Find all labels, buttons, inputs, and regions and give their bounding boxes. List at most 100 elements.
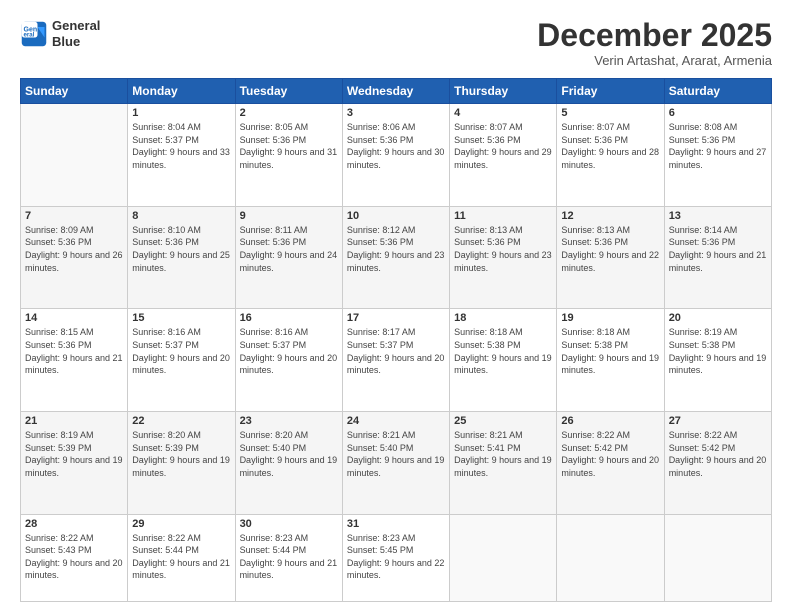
table-row: 13Sunrise: 8:14 AMSunset: 5:36 PMDayligh… <box>664 206 771 309</box>
sunrise-text: Sunrise: 8:19 AM <box>669 327 738 337</box>
table-row: 26 Sunrise: 8:22 AMSunset: 5:42 PMDayligh… <box>557 411 664 514</box>
sunrise-text: Sunrise: 8:16 AM <box>240 327 309 337</box>
table-row: 2Sunrise: 8:05 AMSunset: 5:36 PMDaylight… <box>235 104 342 207</box>
day-info: Sunrise: 8:18 AMSunset: 5:38 PMDaylight:… <box>454 326 552 376</box>
daylight-text: Daylight: 9 hours and 22 minutes. <box>347 558 445 581</box>
table-row: 29Sunrise: 8:22 AMSunset: 5:44 PMDayligh… <box>128 514 235 602</box>
sunrise-text: Sunrise: 8:22 AM <box>132 533 201 543</box>
table-row: 6Sunrise: 8:08 AMSunset: 5:36 PMDaylight… <box>664 104 771 207</box>
daylight-text: Daylight: 9 hours and 21 minutes. <box>25 353 123 376</box>
col-tuesday: Tuesday <box>235 79 342 104</box>
sunrise-text: Sunrise: 8:21 AM <box>454 430 523 440</box>
sunset-text: Sunset: 5:45 PM <box>347 545 414 555</box>
day-info: Sunrise: 8:09 AMSunset: 5:36 PMDaylight:… <box>25 224 123 274</box>
daylight-text: Daylight: 9 hours and 33 minutes. <box>132 147 230 170</box>
table-row: 30Sunrise: 8:23 AMSunset: 5:44 PMDayligh… <box>235 514 342 602</box>
sunset-text: Sunset: 5:36 PM <box>240 135 307 145</box>
sunrise-text: Sunrise: 8:12 AM <box>347 225 416 235</box>
calendar-week-row: 1 Sunrise: 8:04 AM Sunset: 5:37 PM Daylight… <box>21 104 772 207</box>
table-row: 14Sunrise: 8:15 AMSunset: 5:36 PMDayligh… <box>21 309 128 412</box>
sunset-text: Sunset: 5:36 PM <box>25 237 92 247</box>
sunset-text: Sunset: 5:38 PM <box>669 340 736 350</box>
daylight-text: Daylight: 9 hours and 28 minutes. <box>561 147 659 170</box>
daylight-text: Daylight: 9 hours and 19 minutes. <box>454 353 552 376</box>
day-info: Sunrise: 8:07 AMSunset: 5:36 PMDaylight:… <box>454 121 552 171</box>
table-row: 4 Sunrise: 8:07 AMSunset: 5:36 PMDaylight… <box>450 104 557 207</box>
day-number: 12 <box>561 210 659 222</box>
col-monday: Monday <box>128 79 235 104</box>
sunrise-text: Sunrise: 8:23 AM <box>347 533 416 543</box>
sunrise-text: Sunrise: 8:17 AM <box>347 327 416 337</box>
table-row: 7 Sunrise: 8:09 AMSunset: 5:36 PMDaylight… <box>21 206 128 309</box>
day-info: Sunrise: 8:08 AMSunset: 5:36 PMDaylight:… <box>669 121 767 171</box>
day-number: 31 <box>347 518 445 530</box>
day-info: Sunrise: 8:19 AM Sunset: 5:38 PM Daylight:… <box>669 326 767 376</box>
sunrise-text: Sunrise: 8:04 AM <box>132 122 201 132</box>
daylight-text: Daylight: 9 hours and 19 minutes. <box>561 353 659 376</box>
daylight-text: Daylight: 9 hours and 25 minutes. <box>132 250 230 273</box>
sunrise-text: Sunrise: 8:16 AM <box>132 327 201 337</box>
table-row: 28Sunrise: 8:22 AMSunset: 5:43 PMDayligh… <box>21 514 128 602</box>
sunset-text: Sunset: 5:37 PM <box>132 135 199 145</box>
daylight-text: Daylight: 9 hours and 20 minutes. <box>132 353 230 376</box>
sunset-text: Sunset: 5:36 PM <box>25 340 92 350</box>
sunset-text: Sunset: 5:36 PM <box>669 135 736 145</box>
table-row: 22Sunrise: 8:20 AMSunset: 5:39 PMDayligh… <box>128 411 235 514</box>
table-row: 27 Sunrise: 8:22 AMSunset: 5:42 PMDayligh… <box>664 411 771 514</box>
table-row: 8Sunrise: 8:10 AMSunset: 5:36 PMDaylight… <box>128 206 235 309</box>
sunrise-text: Sunrise: 8:22 AM <box>25 533 94 543</box>
day-number: 20 <box>669 312 767 324</box>
day-number: 1 <box>132 107 230 119</box>
calendar-table: Sunday Monday Tuesday Wednesday Thursday… <box>20 78 772 602</box>
day-info: Sunrise: 8:22 AMSunset: 5:42 PMDaylight:… <box>669 429 767 479</box>
daylight-text: Daylight: 9 hours and 19 minutes. <box>669 353 767 376</box>
daylight-text: Daylight: 9 hours and 21 minutes. <box>669 250 767 273</box>
daylight-text: Daylight: 9 hours and 20 minutes. <box>561 455 659 478</box>
day-number: 24 <box>347 415 445 427</box>
daylight-text: Daylight: 9 hours and 20 minutes. <box>25 558 123 581</box>
table-row: 5Sunrise: 8:07 AMSunset: 5:36 PMDaylight… <box>557 104 664 207</box>
sunset-text: Sunset: 5:36 PM <box>347 237 414 247</box>
day-number: 18 <box>454 312 552 324</box>
day-number: 29 <box>132 518 230 530</box>
sunset-text: Sunset: 5:36 PM <box>347 135 414 145</box>
sunset-text: Sunset: 5:44 PM <box>240 545 307 555</box>
day-info: Sunrise: 8:07 AMSunset: 5:36 PMDaylight:… <box>561 121 659 171</box>
table-row: 24Sunrise: 8:21 AMSunset: 5:40 PMDayligh… <box>342 411 449 514</box>
day-number: 7 <box>25 210 123 222</box>
table-row: 19Sunrise: 8:18 AMSunset: 5:38 PMDayligh… <box>557 309 664 412</box>
day-info: Sunrise: 8:05 AMSunset: 5:36 PMDaylight:… <box>240 121 338 171</box>
sunset-text: Sunset: 5:38 PM <box>561 340 628 350</box>
table-row <box>450 514 557 602</box>
daylight-text: Daylight: 9 hours and 21 minutes. <box>132 558 230 581</box>
table-row: 20 Sunrise: 8:19 AM Sunset: 5:38 PM Dayligh… <box>664 309 771 412</box>
daylight-text: Daylight: 9 hours and 20 minutes. <box>669 455 767 478</box>
sunrise-text: Sunrise: 8:23 AM <box>240 533 309 543</box>
table-row: 9Sunrise: 8:11 AMSunset: 5:36 PMDaylight… <box>235 206 342 309</box>
sunset-text: Sunset: 5:40 PM <box>347 443 414 453</box>
table-row: 3Sunrise: 8:06 AMSunset: 5:36 PMDaylight… <box>342 104 449 207</box>
table-row <box>664 514 771 602</box>
day-info: Sunrise: 8:10 AMSunset: 5:36 PMDaylight:… <box>132 224 230 274</box>
day-number: 28 <box>25 518 123 530</box>
sunrise-text: Sunrise: 8:11 AM <box>240 225 308 235</box>
day-info: Sunrise: 8:21 AMSunset: 5:41 PMDaylight:… <box>454 429 552 479</box>
sunset-text: Sunset: 5:37 PM <box>347 340 414 350</box>
day-info: Sunrise: 8:13 AMSunset: 5:36 PMDaylight:… <box>561 224 659 274</box>
day-info: Sunrise: 8:20 AMSunset: 5:40 PMDaylight:… <box>240 429 338 479</box>
sunset-text: Sunset: 5:42 PM <box>561 443 628 453</box>
day-info: Sunrise: 8:14 AMSunset: 5:36 PMDaylight:… <box>669 224 767 274</box>
calendar-week-row: 14Sunrise: 8:15 AMSunset: 5:36 PMDayligh… <box>21 309 772 412</box>
daylight-text: Daylight: 9 hours and 27 minutes. <box>669 147 767 170</box>
day-info: Sunrise: 8:04 AM Sunset: 5:37 PM Daylight:… <box>132 121 230 171</box>
day-info: Sunrise: 8:13 AMSunset: 5:36 PMDaylight:… <box>454 224 552 274</box>
day-number: 26 <box>561 415 659 427</box>
calendar-week-row: 7 Sunrise: 8:09 AMSunset: 5:36 PMDaylight… <box>21 206 772 309</box>
day-number: 16 <box>240 312 338 324</box>
day-number: 4 <box>454 107 552 119</box>
header: Gen eral General Blue December 2025 Veri… <box>20 18 772 68</box>
day-info: Sunrise: 8:22 AMSunset: 5:42 PMDaylight:… <box>561 429 659 479</box>
day-info: Sunrise: 8:17 AMSunset: 5:37 PMDaylight:… <box>347 326 445 376</box>
day-number: 27 <box>669 415 767 427</box>
day-info: Sunrise: 8:23 AMSunset: 5:44 PMDaylight:… <box>240 532 338 582</box>
